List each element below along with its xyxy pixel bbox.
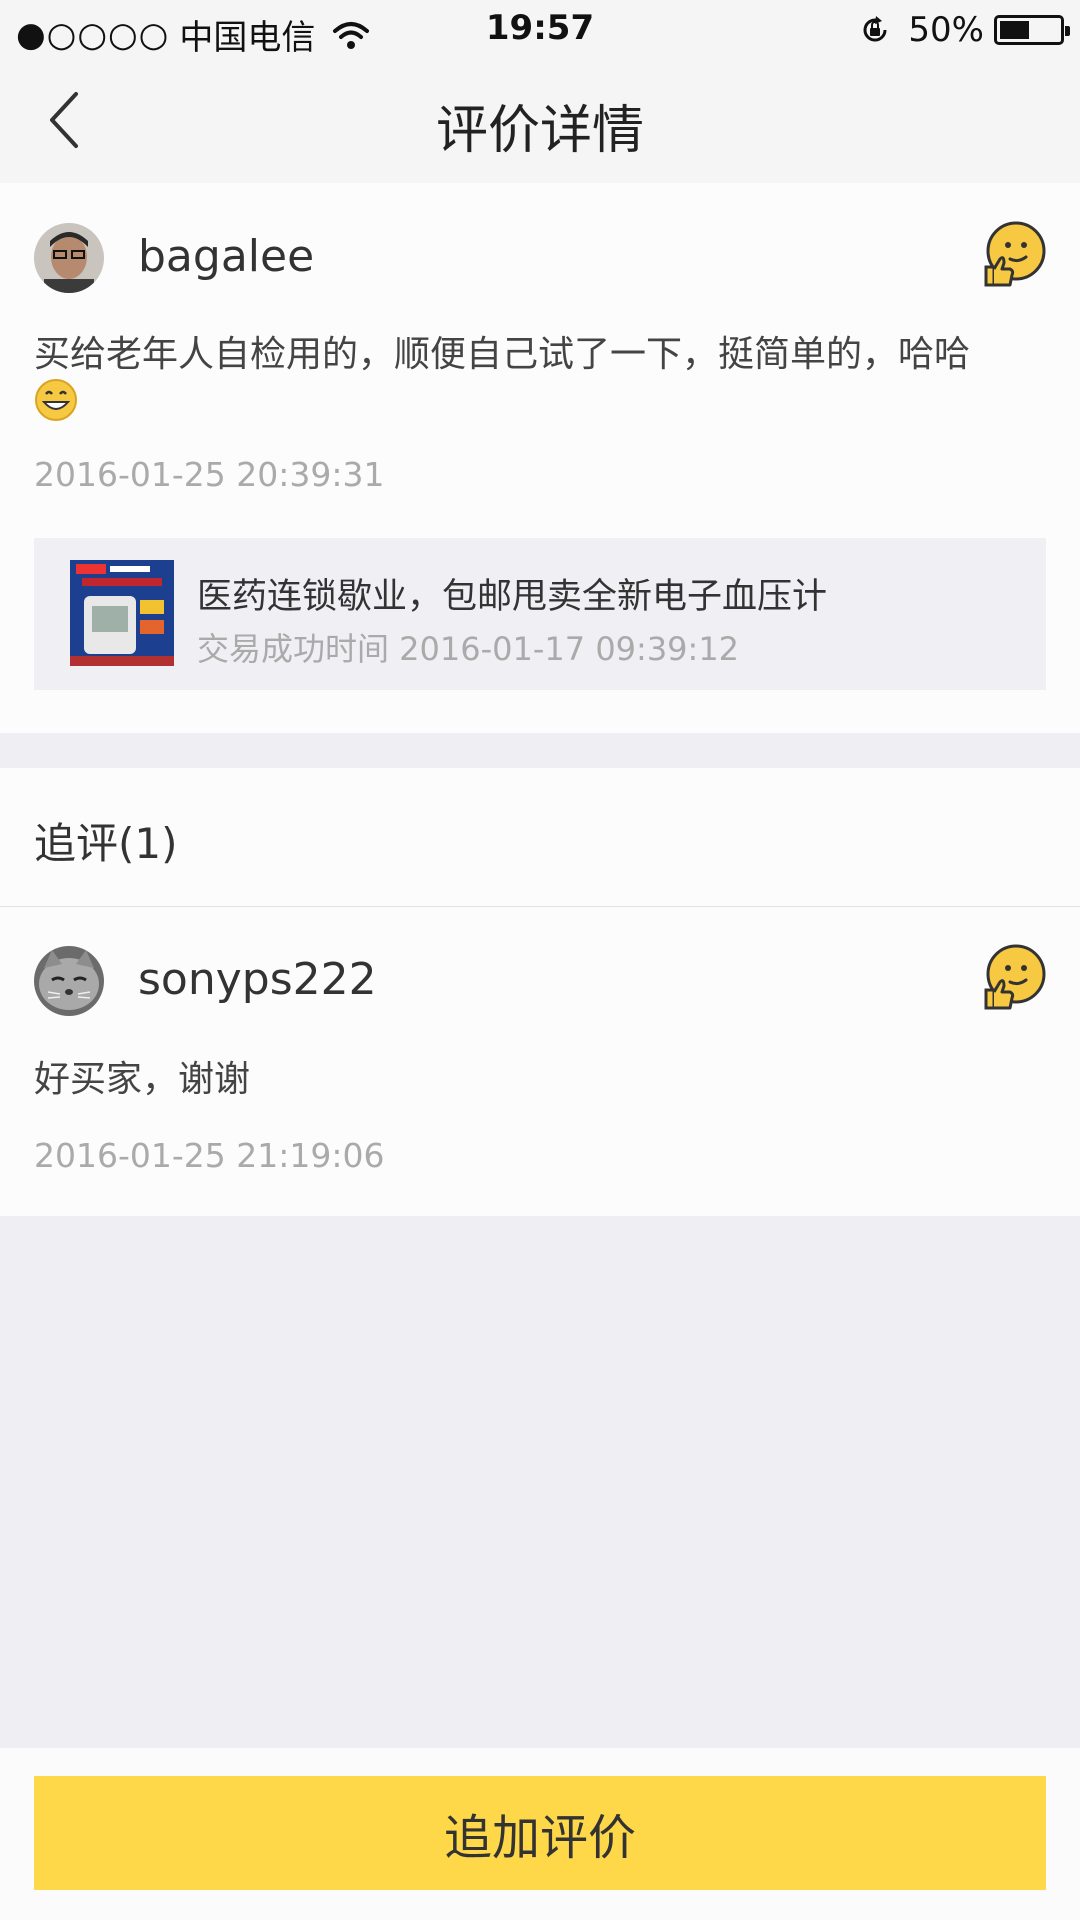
thumbs-up-emoji-icon [984, 221, 1046, 287]
status-bar: ●○○○○ 中国电信 19:57 50% [0, 0, 1080, 58]
review-timestamp: 2016-01-25 20:39:31 [34, 455, 385, 494]
review-text: 买给老年人自检用的，顺便自己试了一下，挺简单的，哈哈 [34, 333, 1044, 422]
review-card: bagalee 买给老年人自检用的，顺便自己试了一下，挺简单的，哈哈 2016-… [0, 183, 1080, 733]
user-photo-icon [34, 223, 104, 293]
followup-timestamp: 2016-01-25 21:19:06 [34, 1136, 385, 1175]
followup-header: 追评(1) [34, 819, 178, 868]
add-review-button[interactable]: 追加评价 [34, 1776, 1046, 1890]
followup-text: 好买家，谢谢 [34, 1059, 251, 1100]
thumbs-up-emoji-icon [984, 944, 1046, 1010]
status-right: 50% [858, 10, 1070, 50]
bottom-bar: 追加评价 [0, 1748, 1080, 1920]
grinning-face-icon [35, 379, 77, 421]
avatar[interactable] [34, 223, 104, 293]
divider [0, 906, 1080, 907]
battery-percent: 50% [908, 10, 984, 50]
review-body: 买给老年人自检用的，顺便自己试了一下，挺简单的，哈哈 [34, 334, 971, 375]
battery-level [1000, 21, 1029, 39]
page-title: 评价详情 [435, 101, 644, 161]
followup-card: 追评(1) sonyps222 好买家，谢谢 2016-01-25 21:19:… [0, 768, 1080, 1216]
rotation-lock-icon [863, 16, 887, 42]
battery-icon [994, 15, 1070, 45]
product-thumbnail [70, 560, 174, 666]
reviewer-name[interactable]: bagalee [138, 231, 314, 282]
blood-pressure-monitor-icon [70, 560, 174, 666]
deal-time: 交易成功时间 2016-01-17 09:39:12 [197, 630, 740, 668]
cat-photo-icon [34, 946, 104, 1016]
product-card[interactable]: 医药连锁歇业，包邮甩卖全新电子血压计 交易成功时间 2016-01-17 09:… [34, 538, 1046, 690]
battery-tip [1065, 26, 1070, 36]
nav-bar: 评价详情 [0, 58, 1080, 183]
replier-name[interactable]: sonyps222 [138, 954, 377, 1005]
avatar[interactable] [34, 946, 104, 1016]
product-title: 医药连锁歇业，包邮甩卖全新电子血压计 [197, 577, 828, 617]
